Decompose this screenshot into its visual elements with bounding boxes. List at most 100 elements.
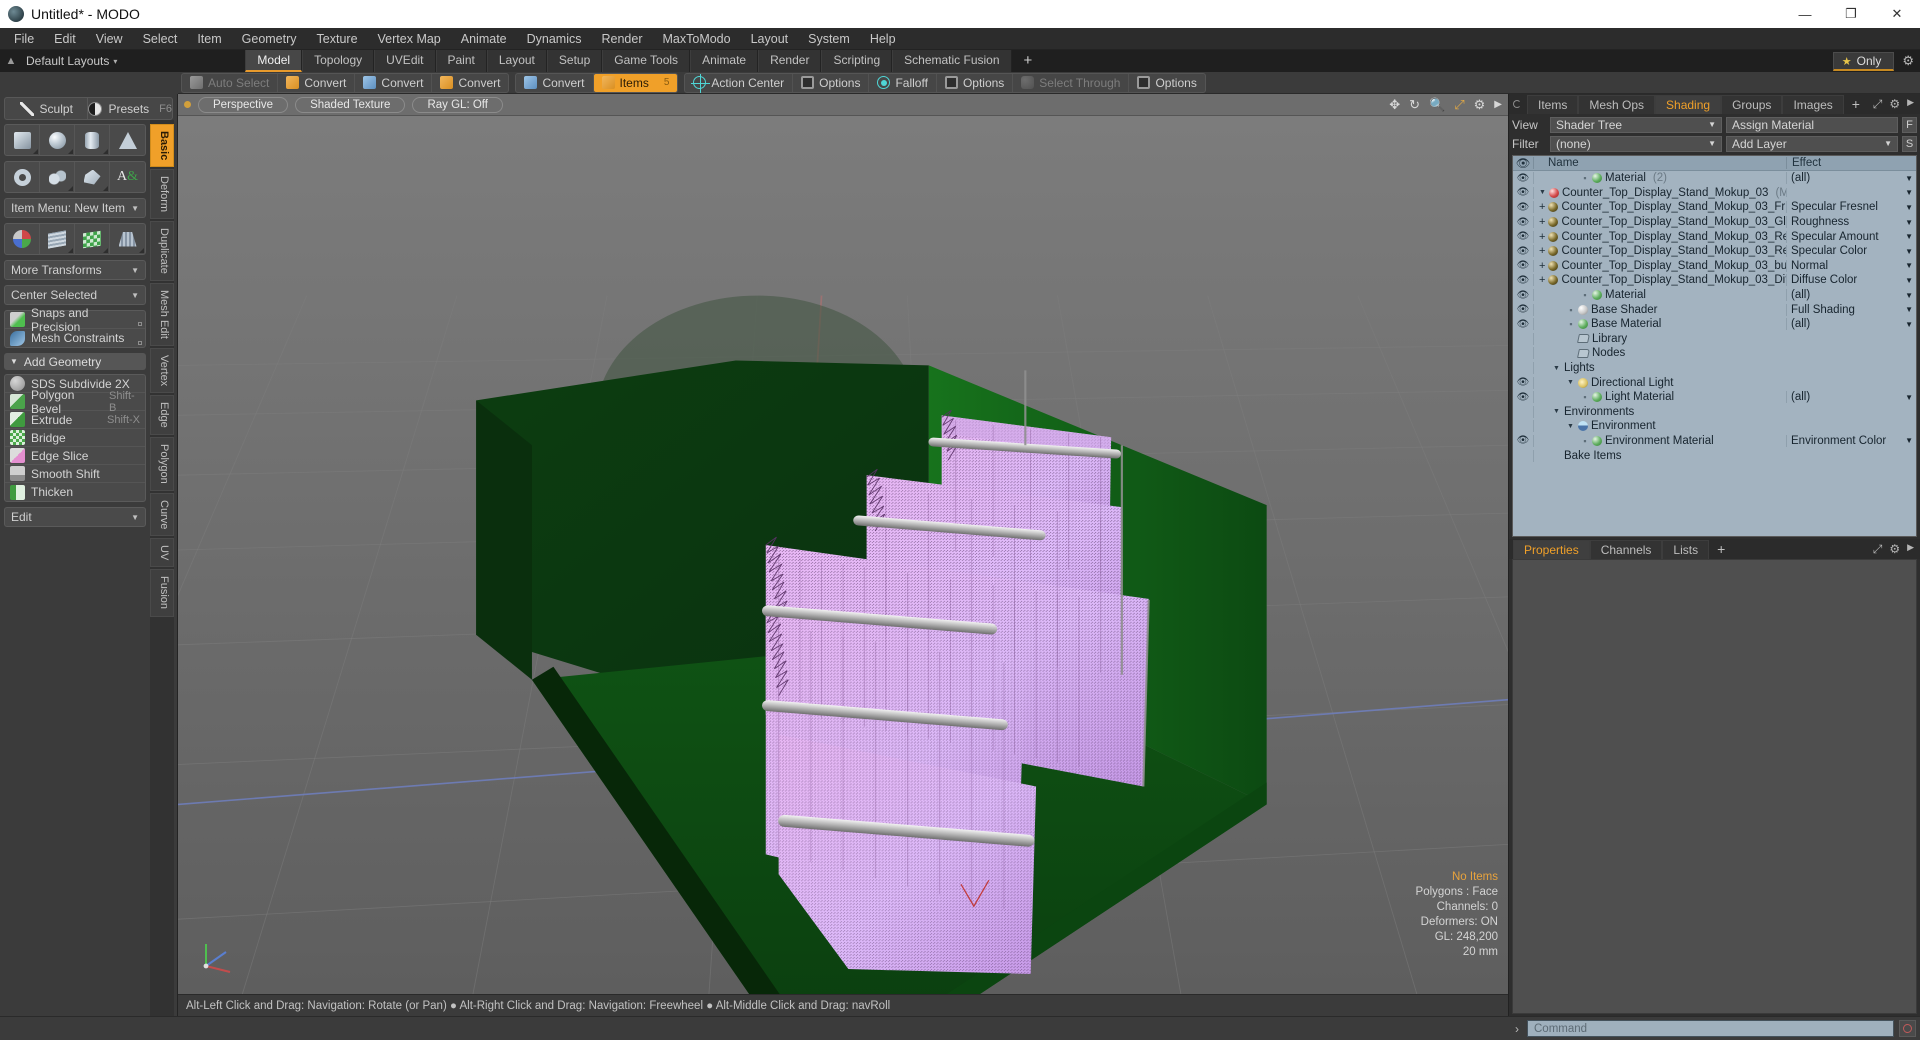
chevron-down-icon[interactable]: ▼ — [1905, 174, 1916, 183]
menu-item-geometry[interactable]: Geometry — [232, 28, 307, 50]
vtab-polygon[interactable]: Polygon — [150, 437, 174, 491]
layout-tab-scripting[interactable]: Scripting — [821, 50, 893, 72]
shader-tree-row-effect-cell[interactable]: Specular Amount ▼ — [1786, 230, 1916, 243]
maximize-button[interactable]: ❐ — [1828, 0, 1874, 28]
toolbar-convert-button[interactable]: Convert — [516, 73, 594, 92]
shader-tree-row-effect-cell[interactable]: (all) ▼ — [1786, 391, 1916, 404]
toolbar-options-button[interactable]: Options — [1129, 74, 1204, 92]
tree-expand-icon[interactable]: ▼ — [1553, 365, 1561, 372]
geometry-polygon-bevel-button[interactable]: Polygon Bevel Shift-B — [5, 388, 145, 416]
move-icon[interactable]: ✥ — [1389, 97, 1400, 113]
shader-tree-row[interactable]: 👁 ▪ Environment Material Environment Color ▼ — [1513, 434, 1916, 449]
layout-tab-layout[interactable]: Layout — [486, 50, 547, 72]
menu-item-system[interactable]: System — [798, 28, 860, 50]
menu-item-animate[interactable]: Animate — [451, 28, 517, 50]
menu-item-item[interactable]: Item — [187, 28, 231, 50]
add-tab-button[interactable]: + — [1844, 95, 1868, 114]
eye-icon[interactable]: 👁 — [1513, 217, 1533, 228]
shader-tree-row[interactable]: 👁 ▪ Material (all) ▼ — [1513, 288, 1916, 303]
eye-icon[interactable]: 👁 — [1513, 202, 1533, 213]
toolbar-select-through-button[interactable]: Select Through — [1013, 73, 1130, 92]
layout-tab-schematic-fusion[interactable]: Schematic Fusion — [892, 50, 1012, 72]
chevron-down-icon[interactable]: ▼ — [1905, 276, 1916, 285]
record-icon[interactable] — [1899, 1020, 1916, 1037]
menu-item-maxtomodo[interactable]: MaxToModo — [653, 28, 741, 50]
toolbar-options-button[interactable]: Options — [937, 73, 1014, 92]
tab-groups[interactable]: Groups — [1721, 94, 1783, 114]
shader-tree-row[interactable]: ▼ Lights — [1513, 361, 1916, 376]
tree-expand-icon[interactable]: ▼ — [1567, 379, 1575, 386]
eye-icon[interactable]: 👁 — [1513, 435, 1533, 446]
menu-item-edit[interactable]: Edit — [44, 28, 86, 50]
shader-tree-body[interactable]: 👁 ▪ Material (2) (all) ▼ 👁 ▼ Counter_Top_Display… — [1513, 171, 1916, 536]
shader-tree-row[interactable]: 👁 ▼ Counter_Top_Display_Stand_Mokup_03 (Mat… — [1513, 186, 1916, 201]
transform-gizmo[interactable] — [5, 224, 40, 254]
eye-icon[interactable]: 👁 — [1513, 392, 1533, 403]
viewport-raygl-button[interactable]: Ray GL: Off — [412, 96, 503, 113]
menu-item-render[interactable]: Render — [592, 28, 653, 50]
fit-icon[interactable]: ⤢ — [1454, 97, 1464, 113]
viewport-canvas[interactable]: No Items Polygons : Face Channels: 0 Def… — [178, 116, 1508, 994]
tree-expand-icon[interactable]: + — [1539, 231, 1545, 243]
shader-tree-row[interactable]: 👁 + Counter_Top_Display_Stand_Mokup_03_Glo… — [1513, 215, 1916, 230]
eye-icon[interactable]: 👁 — [1513, 377, 1533, 388]
menu-item-select[interactable]: Select — [133, 28, 188, 50]
layout-tab-render[interactable]: Render — [758, 50, 822, 72]
chevron-down-icon[interactable]: ▼ — [1905, 203, 1916, 212]
home-icon[interactable]: ▲ — [0, 55, 22, 67]
chevron-down-icon[interactable]: ▼ — [1905, 247, 1916, 256]
tab-properties[interactable]: Properties — [1513, 539, 1590, 559]
shader-tree-row[interactable]: 👁 ▪ Material (2) (all) ▼ — [1513, 171, 1916, 186]
presets-button[interactable]: Presets F6 — [88, 97, 173, 120]
green-mesh-tool[interactable] — [75, 224, 110, 254]
chevron-down-icon[interactable]: ▼ — [1905, 188, 1916, 197]
shader-tree-row[interactable]: Bake Items — [1513, 448, 1916, 463]
menu-item-view[interactable]: View — [86, 28, 133, 50]
vtab-basic[interactable]: Basic — [150, 124, 174, 168]
eye-icon[interactable]: 👁 — [1513, 187, 1533, 198]
geometry-edge-slice-button[interactable]: Edge Slice — [5, 447, 145, 465]
eye-icon[interactable]: 👁 — [1513, 319, 1533, 330]
shader-tree-row[interactable]: 👁 + Counter_Top_Display_Stand_Mokup_03_Re … — [1513, 229, 1916, 244]
vtab-fusion[interactable]: Fusion — [150, 569, 174, 617]
properties-body[interactable] — [1512, 559, 1917, 1014]
viewport-projection-button[interactable]: Perspective — [198, 96, 289, 113]
default-layouts-label[interactable]: Default Layouts — [26, 54, 109, 68]
shader-tree-row-effect-cell[interactable]: Environment Color ▼ — [1786, 434, 1916, 447]
mesh-constraints-button[interactable]: Mesh Constraints — [5, 329, 145, 347]
shader-tree-row[interactable]: 👁 + Counter_Top_Display_Stand_Mokup_03_Re … — [1513, 244, 1916, 259]
shader-tree-row[interactable]: Nodes — [1513, 346, 1916, 361]
add-geometry-header[interactable]: ▼ Add Geometry — [4, 353, 146, 370]
cylinder-primitive[interactable] — [75, 125, 110, 155]
eye-icon[interactable]: 👁 — [1513, 231, 1533, 242]
shader-tree-row[interactable]: 👁 ▪ Base Shader Full Shading ▼ — [1513, 302, 1916, 317]
tree-expand-icon[interactable]: + — [1539, 216, 1545, 228]
eye-icon[interactable]: 👁 — [1513, 246, 1533, 257]
shader-tree-row-effect-cell[interactable]: Diffuse Color ▼ — [1786, 274, 1916, 287]
layout-tab-animate[interactable]: Animate — [690, 50, 759, 72]
chevron-down-icon[interactable]: ▼ — [1905, 320, 1916, 329]
shader-tree-row[interactable]: 👁 ▼ Directional Light — [1513, 375, 1916, 390]
gear-icon[interactable]: ⚙ — [1889, 97, 1900, 112]
eye-icon[interactable]: 👁 — [1513, 304, 1533, 315]
toolbar-auto-select-button[interactable]: Auto Select — [182, 73, 279, 92]
chevron-right-icon[interactable]: ▶ — [1494, 99, 1502, 110]
tree-expand-icon[interactable]: ▼ — [1539, 189, 1546, 196]
geometry-extrude-button[interactable]: Extrude Shift-X — [5, 411, 145, 429]
vtab-curve[interactable]: Curve — [150, 492, 174, 537]
item-menu-dropdown[interactable]: Item Menu: New Item ▼ — [4, 198, 146, 218]
shader-tree-row-effect-cell[interactable]: (all) ▼ — [1786, 318, 1916, 331]
shader-tree-row[interactable]: ▼ Environments — [1513, 405, 1916, 420]
toolbar-falloff-button[interactable]: Falloff — [869, 73, 937, 92]
layout-tab-setup[interactable]: Setup — [546, 50, 603, 72]
add-layout-tab-button[interactable]: + — [1012, 50, 1045, 72]
menu-item-texture[interactable]: Texture — [307, 28, 368, 50]
spiral-primitive[interactable] — [40, 162, 75, 192]
tree-expand-icon[interactable]: ▼ — [1553, 408, 1561, 415]
tree-expand-icon[interactable]: ▼ — [1567, 423, 1575, 430]
shader-tree-row-effect-cell[interactable]: Normal ▼ — [1786, 259, 1916, 272]
vtab-mesh-edit[interactable]: Mesh Edit — [150, 283, 174, 347]
assign-material-f-button[interactable]: F — [1902, 116, 1917, 133]
edit-dropdown[interactable]: Edit ▼ — [4, 507, 146, 527]
expand-icon[interactable]: ⤢ — [1873, 97, 1883, 112]
